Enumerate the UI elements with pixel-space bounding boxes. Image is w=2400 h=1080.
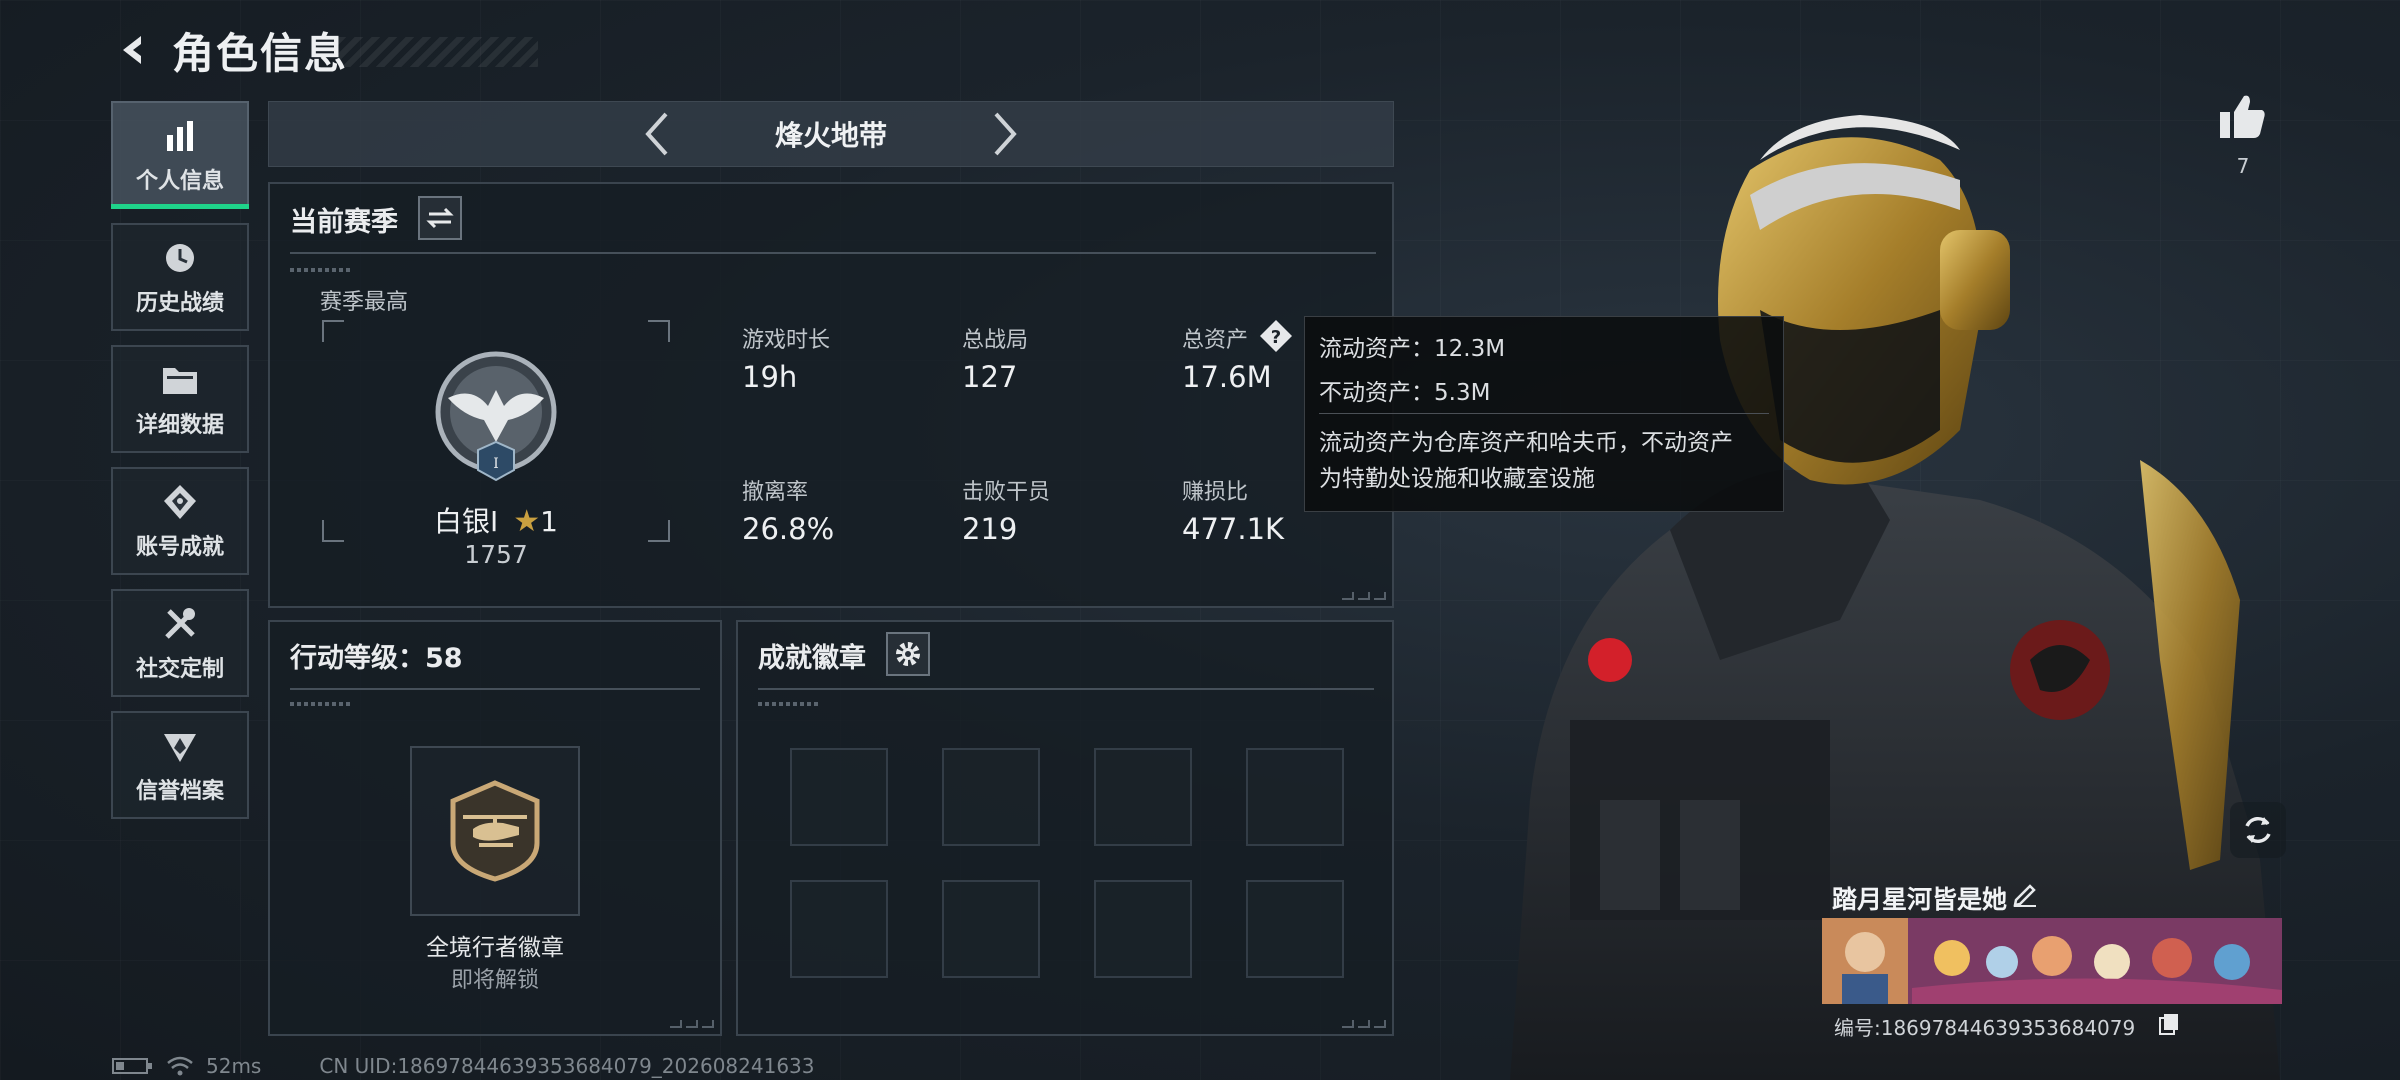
corner-decoration: [1342, 1020, 1386, 1028]
sidebar-item-achievements[interactable]: 账号成就: [111, 467, 249, 575]
copy-icon[interactable]: [2158, 1012, 2182, 1038]
stat-label-extraction-rate: 撤离率: [742, 480, 809, 505]
season-title: 当前赛季: [290, 207, 398, 238]
sidebar-item-label: 信誉档案: [135, 779, 224, 804]
tooltip-divider: [1319, 413, 1769, 414]
ping-value: 52ms: [206, 1054, 262, 1078]
badge-slot[interactable]: [942, 748, 1040, 846]
rank-emblem-numeral: I: [493, 456, 499, 472]
badge-slot[interactable]: [790, 748, 888, 846]
action-level-title: 行动等级：58: [290, 643, 463, 674]
sidebar-item-social-customize[interactable]: 社交定制: [111, 589, 249, 697]
edit-pencil-icon[interactable]: [2010, 878, 2044, 912]
sidebar-item-history[interactable]: 历史战绩: [111, 223, 249, 331]
switch-season-button[interactable]: [418, 196, 462, 240]
help-question-icon[interactable]: ?: [1258, 318, 1294, 354]
sidebar-nav: 个人信息 历史战绩 详细数据 账号成就 社交定制 信誉档案: [111, 101, 249, 833]
swap-arrows-icon: [426, 207, 454, 229]
sidebar-item-label: 个人信息: [135, 169, 224, 194]
achievement-settings-button[interactable]: [886, 632, 930, 676]
status-bar: 52ms CN UID:18697844639353684079_2026082…: [112, 1054, 815, 1078]
rotate-model-button[interactable]: [2230, 802, 2286, 858]
achievement-icon: [162, 481, 198, 523]
badge-slot[interactable]: [1094, 880, 1192, 978]
divider-dashes: [758, 702, 818, 706]
thumbs-up-icon: [2220, 95, 2265, 138]
header: 角色信息: [110, 22, 539, 78]
title-decoration: [338, 37, 539, 67]
assets-tooltip: 流动资产：12.3M 不动资产：5.3M 流动资产为仓库资产和哈夫币，不动资产 …: [1304, 316, 1784, 512]
corner-decoration: [670, 1020, 714, 1028]
uid-text: CN UID:18697844639353684079_202608241633: [319, 1054, 815, 1078]
gear-icon: [896, 642, 920, 666]
svg-text:?: ?: [1271, 327, 1281, 348]
badge-slot[interactable]: [942, 880, 1040, 978]
stat-value-total-assets: 17.6M: [1182, 360, 1272, 394]
stat-label-kills: 击败干员: [962, 480, 1051, 505]
tools-icon: [161, 603, 199, 645]
rank-name: 白银I: [434, 505, 499, 538]
page-title: 角色信息: [172, 28, 349, 78]
rank-line: 白银I ★1: [322, 500, 670, 540]
next-mode-chevron-right-icon[interactable]: [981, 104, 1031, 164]
action-badge-status: 即将解锁: [450, 968, 539, 993]
stat-label-total-assets: 总资产: [1182, 328, 1249, 353]
player-name: 踏月星河皆是她: [1832, 885, 2008, 914]
divider: [290, 688, 700, 690]
rotate-icon: [2245, 816, 2271, 844]
folder-icon: [161, 359, 199, 401]
tooltip-liquid-assets: 流动资产：12.3M: [1319, 336, 1506, 362]
divider-dashes: [290, 702, 350, 706]
season-best-label: 赛季最高: [320, 290, 409, 315]
player-id: 编号:18697844639353684079: [1834, 1016, 2136, 1040]
shield-icon: [162, 725, 198, 767]
sidebar-item-personal-info[interactable]: 个人信息: [111, 101, 249, 209]
sidebar-item-label: 社交定制: [135, 657, 224, 682]
sidebar-item-credit-file[interactable]: 信誉档案: [111, 711, 249, 819]
like-count: 7: [2236, 154, 2250, 178]
divider: [758, 688, 1374, 690]
rank-stars: 1: [540, 505, 558, 538]
stat-value-extraction-rate: 26.8%: [742, 512, 835, 546]
stat-label-total-matches: 总战局: [962, 328, 1029, 353]
stat-value-total-matches: 127: [962, 360, 1018, 394]
sidebar-item-label: 账号成就: [135, 535, 224, 560]
action-badge-frame[interactable]: [410, 746, 580, 916]
sidebar-item-detailed-data[interactable]: 详细数据: [111, 345, 249, 453]
badge-slot[interactable]: [790, 880, 888, 978]
helicopter-badge-icon: [450, 780, 540, 882]
sidebar-item-label: 详细数据: [135, 413, 224, 438]
divider-dashes: [290, 268, 350, 272]
stat-value-playtime: 19h: [742, 360, 798, 394]
wifi-icon: [167, 1056, 193, 1076]
divider: [290, 252, 1376, 254]
stat-label-profit-loss: 赚损比: [1182, 480, 1249, 505]
action-badge-name: 全境行者徽章: [426, 935, 564, 961]
tooltip-fixed-assets: 不动资产：5.3M: [1319, 380, 1491, 406]
badge-slot[interactable]: [1246, 748, 1344, 846]
tooltip-desc-line1: 流动资产为仓库资产和哈夫币，不动资产: [1319, 430, 1733, 456]
stat-value-kills: 219: [962, 512, 1018, 546]
prev-mode-chevron-left-icon[interactable]: [631, 104, 681, 164]
rank-emblem-eagle-icon: I: [435, 351, 557, 482]
badge-slot[interactable]: [1246, 880, 1344, 978]
bar-chart-icon: [163, 115, 197, 157]
achievements-title: 成就徽章: [758, 643, 866, 674]
battery-icon: [112, 1058, 152, 1074]
history-clock-icon: [162, 237, 198, 279]
corner-decoration: [1342, 592, 1386, 600]
star-icon: ★: [513, 504, 541, 539]
badge-slot[interactable]: [1094, 748, 1192, 846]
stat-label-playtime: 游戏时长: [742, 328, 831, 353]
sidebar-item-label: 历史战绩: [135, 291, 224, 316]
profile-banner-image[interactable]: [1822, 918, 2282, 1004]
like-widget[interactable]: 7: [2210, 92, 2276, 178]
rank-score: 1757: [464, 540, 528, 569]
tooltip-desc-line2: 为特勤处设施和收藏室设施: [1319, 466, 1595, 492]
back-arrow-icon[interactable]: [110, 27, 156, 73]
mode-title: 烽火地带: [774, 119, 887, 152]
stat-value-profit-loss: 477.1K: [1182, 512, 1285, 546]
mode-selector: 烽火地带: [268, 101, 1394, 167]
